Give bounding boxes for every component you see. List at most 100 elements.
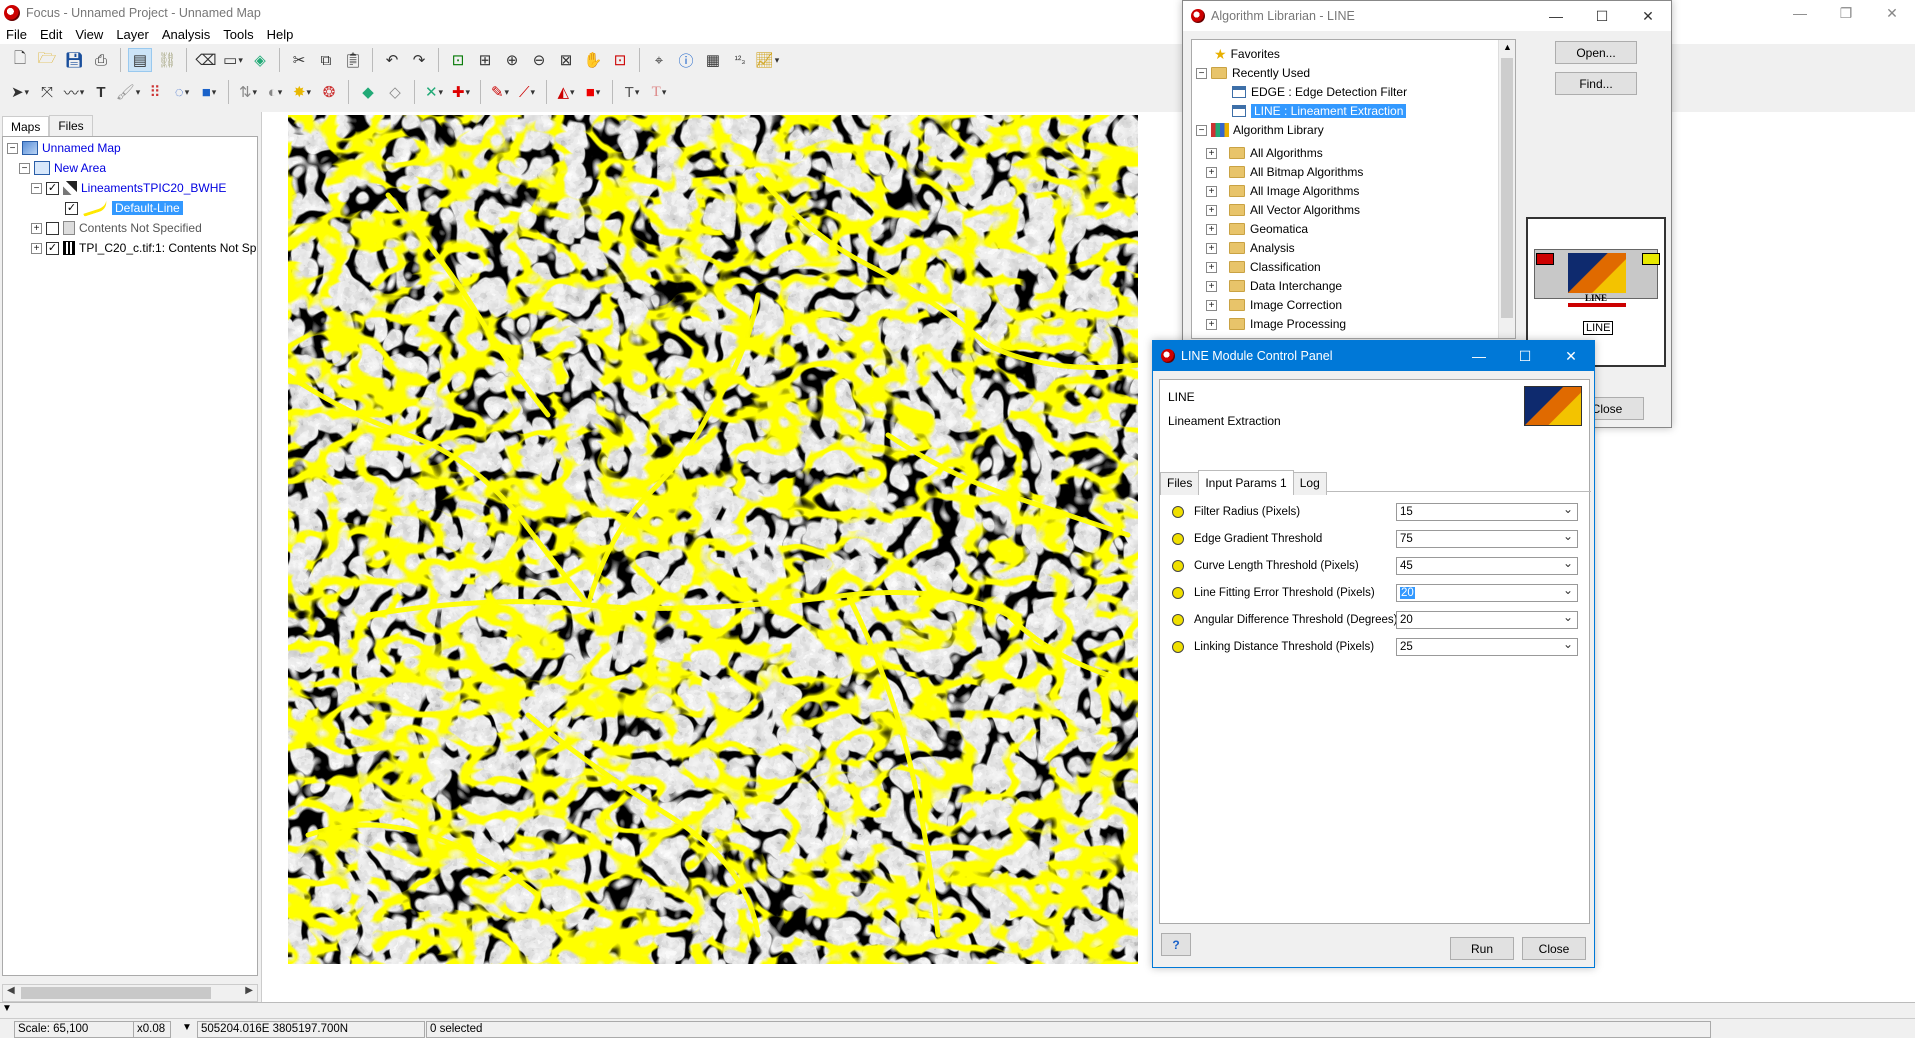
edit-vertex-icon[interactable]: ⤧ [35,80,59,104]
scroll-thumb[interactable] [21,987,211,999]
zoom-red-icon[interactable]: ⊡ [608,48,632,72]
zoom-box-icon[interactable]: ⊞ [473,48,497,72]
tab-files[interactable]: Files [49,115,93,136]
eraser-icon[interactable]: ⌫ [194,48,218,72]
pen-color-icon[interactable]: ✎ [488,80,512,104]
tree-item-map[interactable]: − Unnamed Map [7,139,121,157]
star-icon[interactable]: ✸ [290,80,314,104]
tab-maps[interactable]: Maps [2,116,50,137]
expand-icon[interactable]: + [1206,147,1217,159]
edge-gradient-select[interactable]: 75 [1396,528,1578,548]
menu-file[interactable]: File [0,27,34,42]
expand-icon[interactable]: + [1206,185,1217,197]
close-button[interactable]: ✕ [1869,0,1915,26]
tree-item-edge[interactable]: EDGE : Edge Detection Filter [1232,83,1407,101]
control-close-button[interactable]: ✕ [1548,341,1594,371]
font-icon[interactable]: T [620,80,644,104]
collapse-icon[interactable]: − [31,182,42,194]
print-icon[interactable]: ⎙ [89,48,113,72]
chart-icon[interactable]: 📈︎ [755,48,779,72]
style-visibility-checkbox[interactable]: ✓ [65,201,78,215]
palette-icon[interactable]: ❂ [317,80,341,104]
linking-distance-select[interactable]: 25 [1396,636,1578,656]
tree-item-lineament-layer[interactable]: − ✓ LineamentsTPIC20_BWHE [31,179,226,197]
tree-item-library-folder[interactable]: + All Bitmap Algorithms [1206,163,1363,181]
coordinates-icon[interactable]: ⌖ [647,48,671,72]
layer-visibility-checkbox[interactable]: ✓ [46,181,59,195]
help-button[interactable]: ? [1161,933,1191,956]
restore-button[interactable]: ❐ [1823,0,1869,26]
open-folder-icon[interactable]: 🗁 [35,48,59,72]
contents-checkbox[interactable] [46,221,59,235]
zoom-layer-icon[interactable]: ⊠ [554,48,578,72]
window-icon[interactable]: ▭ [221,48,245,72]
minimize-button[interactable]: — [1777,0,1823,26]
find-button[interactable]: Find... [1555,72,1637,95]
new-file-icon[interactable]: 🗋 [8,48,32,72]
coord-dropdown-icon[interactable]: ▼ [182,1022,192,1033]
save-icon[interactable]: 💾︎ [62,48,86,72]
menu-help[interactable]: Help [261,27,301,42]
text-color-icon[interactable]: T [647,80,671,104]
tree-item-library-folder[interactable]: + All Image Algorithms [1206,182,1359,200]
tree-item-library-folder[interactable]: + Data Interchange [1206,277,1342,295]
open-button[interactable]: Open... [1555,41,1637,64]
expand-icon[interactable]: + [1206,166,1217,178]
text-tool-icon[interactable]: T [89,80,113,104]
undo-icon[interactable]: ↶ [380,48,404,72]
expand-icon[interactable]: + [1206,299,1217,311]
tree-item-library-folder[interactable]: + Image Processing [1206,315,1346,333]
lasso-icon[interactable]: ◌ [170,80,194,104]
lineament-map-image[interactable] [288,115,1138,964]
tree-item-line[interactable]: LINE : Lineament Extraction [1232,102,1407,120]
expand-icon[interactable]: + [1206,242,1217,254]
scroll-up-icon[interactable]: ▲ [1503,42,1512,52]
paste-icon[interactable]: 📋︎ [341,48,365,72]
measure-icon[interactable]: ✕ [422,80,446,104]
tab-log[interactable]: Log [1292,472,1327,495]
raster-checkbox[interactable]: ✓ [46,241,59,255]
tree-item-area[interactable]: − New Area [19,159,106,177]
tree-item-contents[interactable]: + Contents Not Specified [31,219,202,237]
line-color-icon[interactable]: ⟋ [515,80,539,104]
line-fitting-error-select[interactable]: 20 [1396,582,1578,602]
tree-item-library-folder[interactable]: + Image Correction [1206,296,1342,314]
focus-app-icon[interactable] [4,5,20,21]
polyline-icon[interactable]: 〰 [62,80,86,104]
librarian-vscrollbar[interactable]: ▲ [1498,40,1515,338]
grid-select-icon[interactable]: ⠿ [143,80,167,104]
expand-icon[interactable]: + [1206,204,1217,216]
collapse-down-icon[interactable]: ▼ [2,1003,12,1014]
layers-icon[interactable]: ◈ [248,48,272,72]
tree-item-favorites[interactable]: ★ Favorites [1214,45,1280,63]
redo-icon[interactable]: ↷ [407,48,431,72]
collapse-icon[interactable]: − [1196,67,1207,79]
menu-edit[interactable]: Edit [34,27,69,42]
copy-icon[interactable]: ⧉ [314,48,338,72]
curve-length-select[interactable]: 45 [1396,555,1578,575]
control-close-btn[interactable]: Close [1522,937,1586,960]
tab-input-params[interactable]: Input Params 1 [1198,470,1294,493]
link-icon[interactable]: ⛓ [155,48,179,72]
cut-icon[interactable]: ✂ [287,48,311,72]
menu-layer[interactable]: Layer [110,27,156,42]
tab-files[interactable]: Files [1160,472,1200,495]
select-arrow-icon[interactable]: ➤ [8,80,32,104]
shapes-icon[interactable]: ■ [197,80,221,104]
filter-radius-select[interactable]: 15 [1396,501,1578,521]
tree-item-default-line[interactable]: ✓ Default-Line [65,199,183,217]
expand-icon[interactable]: + [1206,318,1217,330]
expand-icon[interactable]: + [1206,223,1217,235]
collapse-icon[interactable]: − [1196,124,1207,136]
info-icon[interactable]: ⓘ [674,48,698,72]
fill-swatch-icon[interactable]: ■ [581,80,605,104]
run-button[interactable]: Run [1450,937,1514,960]
zoom-out-icon[interactable]: ⊖ [527,48,551,72]
collapse-icon[interactable]: − [19,162,30,174]
transform-icon[interactable]: ⇅ [236,80,260,104]
symbol-icon[interactable]: ◐ [263,80,287,104]
tree-item-raster[interactable]: + ✓ TPI_C20_c.tif:1: Contents Not Sp [31,239,256,257]
control-minimize-button[interactable]: — [1456,341,1502,371]
zoom-extents-icon[interactable]: ⊡ [446,48,470,72]
menu-view[interactable]: View [69,27,110,42]
